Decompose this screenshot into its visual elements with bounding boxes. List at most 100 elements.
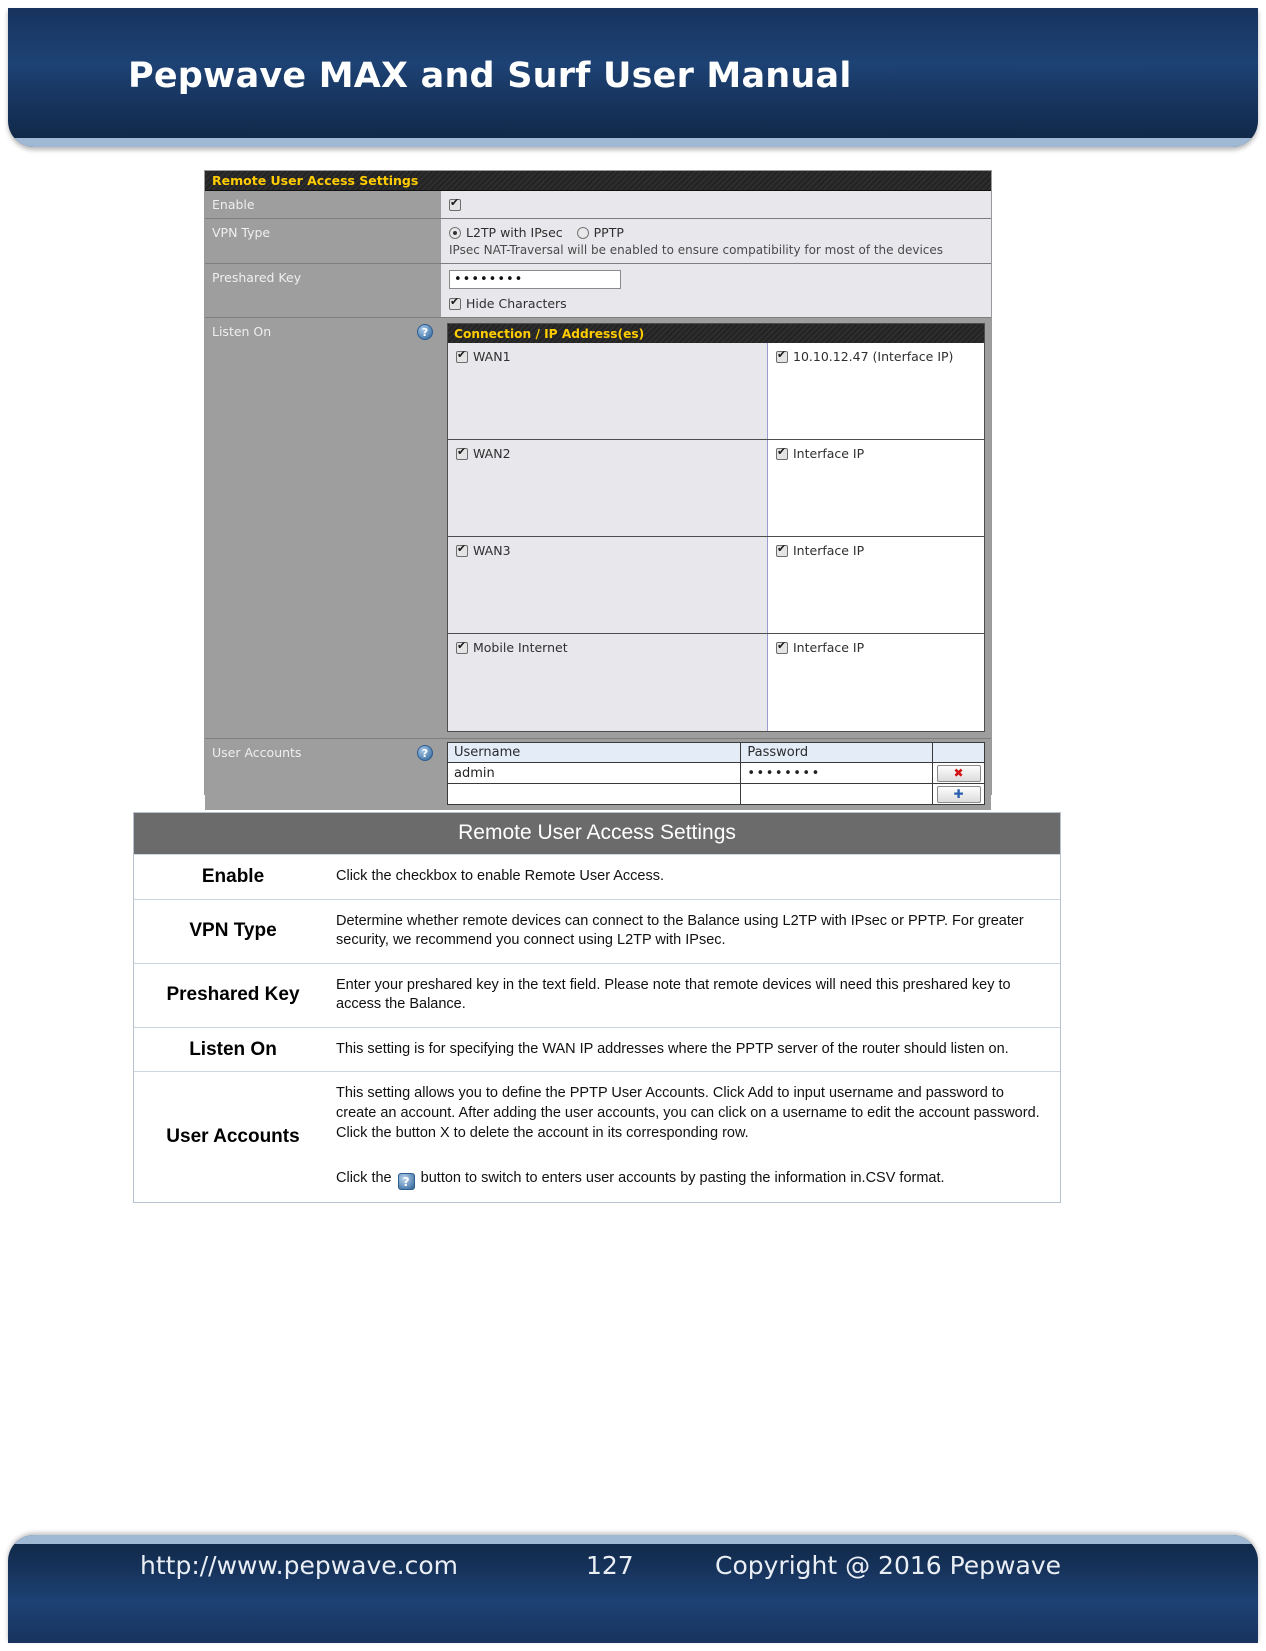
description-row-user-accounts: User Accounts This setting allows you to… <box>134 1071 1060 1202</box>
page-header-banner: Pepwave MAX and Surf User Manual <box>8 8 1258 147</box>
cell-password[interactable]: •••••••• <box>740 762 934 784</box>
radio-pptp[interactable] <box>576 227 589 239</box>
panel-title-bar: Remote User Access Settings <box>205 171 991 191</box>
manual-page: Pepwave MAX and Surf User Manual Remote … <box>0 0 1266 1651</box>
connection-name-cell: WAN2 <box>448 440 768 536</box>
connection-name-cell: WAN1 <box>448 343 768 439</box>
connection-ip-label: Interface IP <box>793 543 865 558</box>
connection-ip-cell: Interface IP <box>768 440 984 536</box>
connection-ip-table: Connection / IP Address(es) WAN1 10.10.1… <box>447 323 985 732</box>
description-text-second-paragraph: Click the ? button to switch to enters u… <box>336 1169 1046 1191</box>
column-header-actions <box>932 742 985 763</box>
setting-row-preshared-key: Preshared Key •••••••• Hide Characters <box>205 264 991 318</box>
listen-on-label-cell: Listen On ? <box>205 318 441 738</box>
panel-title: Remote User Access Settings <box>212 173 419 188</box>
setting-row-vpn-type: VPN Type L2TP with IPsec PPTP IPsec NAT-T… <box>205 219 991 264</box>
radio-l2tp-ipsec[interactable] <box>449 227 461 239</box>
table-row: admin •••••••• ✖ <box>446 762 985 784</box>
radio-l2tp-ipsec-label: L2TP with IPsec <box>466 225 563 240</box>
connection-row: WAN1 10.10.12.47 (Interface IP) <box>448 343 984 440</box>
connection-ip-checkbox[interactable] <box>776 349 788 363</box>
cell-action: ✚ <box>932 783 985 805</box>
connection-name-cell: Mobile Internet <box>448 634 768 731</box>
description-key: User Accounts <box>166 1126 300 1148</box>
add-account-button[interactable]: ✚ <box>936 785 981 803</box>
vpn-type-options: L2TP with IPsec PPTP <box>449 225 983 240</box>
column-header-password: Password <box>740 742 934 763</box>
connection-ip-checkbox[interactable] <box>776 640 788 654</box>
description-text-block: This setting allows you to define the PP… <box>332 1072 1060 1202</box>
user-accounts-table: Username Password admin •••••••• ✖ ✚ <box>446 742 985 805</box>
listen-on-value-cell: Connection / IP Address(es) WAN1 10.10.1… <box>441 318 991 738</box>
description-text: Enter your preshared key in the text fie… <box>336 976 1011 1013</box>
connection-checkbox[interactable] <box>456 446 468 460</box>
description-text: This setting allows you to define the PP… <box>336 1085 1040 1141</box>
connection-ip-checkbox[interactable] <box>776 446 788 460</box>
hide-characters-row: Hide Characters <box>449 296 983 311</box>
enable-checkbox[interactable] <box>449 197 461 211</box>
cell-username[interactable]: admin <box>446 762 742 784</box>
table-header-row: Username Password <box>446 742 985 763</box>
delete-account-button[interactable]: ✖ <box>936 764 981 782</box>
page-title: Pepwave MAX and Surf User Manual <box>128 56 852 96</box>
connection-ip-cell: Interface IP <box>768 537 984 633</box>
question-mark-icon[interactable]: ? <box>397 1173 415 1191</box>
user-accounts-label: User Accounts <box>212 745 302 760</box>
description-row-preshared-key: Preshared Key Enter your preshared key i… <box>134 962 1060 1027</box>
cell-password[interactable] <box>740 783 934 805</box>
description-table: Remote User Access Settings Enable Click… <box>133 812 1061 1204</box>
router-settings-screenshot: Remote User Access Settings Enable VPN T… <box>204 170 992 810</box>
hide-characters-checkbox[interactable] <box>449 296 461 310</box>
enable-label: Enable <box>205 191 441 218</box>
listen-on-label: Listen On <box>212 324 272 339</box>
connection-row: Mobile Internet Interface IP <box>448 634 984 731</box>
connection-name-cell: WAN3 <box>448 537 768 633</box>
cell-username[interactable] <box>446 783 742 805</box>
description-text-after-icon: button to switch to enters user accounts… <box>420 1170 945 1187</box>
connection-name: WAN3 <box>473 543 511 558</box>
connection-ip-label: 10.10.12.47 (Interface IP) <box>793 349 954 364</box>
preshared-key-input[interactable]: •••••••• <box>449 270 621 289</box>
description-key: Preshared Key <box>166 984 300 1006</box>
description-key: Listen On <box>189 1038 277 1060</box>
question-mark-icon[interactable]: ? <box>417 745 433 761</box>
connection-row: WAN3 Interface IP <box>448 537 984 634</box>
setting-row-listen-on: Listen On ? Connection / IP Address(es) … <box>205 318 991 739</box>
description-text: Determine whether remote devices can con… <box>336 912 1024 949</box>
footer-page-number: 127 <box>586 1550 634 1580</box>
preshared-key-label: Preshared Key <box>205 264 441 317</box>
description-row-enable: Enable Click the checkbox to enable Remo… <box>134 854 1060 899</box>
page-footer-banner: http://www.pepwave.com 127 Copyright @ 2… <box>8 1535 1258 1643</box>
vpn-type-label: VPN Type <box>205 219 441 263</box>
hide-characters-label: Hide Characters <box>466 296 567 311</box>
description-row-vpn-type: VPN Type Determine whether remote device… <box>134 898 1060 963</box>
connection-ip-label: Interface IP <box>793 640 865 655</box>
cell-action: ✖ <box>932 762 985 784</box>
connection-ip-checkbox[interactable] <box>776 543 788 557</box>
user-accounts-value-cell: Username Password admin •••••••• ✖ ✚ <box>441 739 991 810</box>
connection-checkbox[interactable] <box>456 640 468 654</box>
user-accounts-label-cell: User Accounts ? <box>205 739 441 810</box>
connection-name: Mobile Internet <box>473 640 568 655</box>
question-mark-icon[interactable]: ? <box>417 324 433 340</box>
connection-checkbox[interactable] <box>456 349 468 363</box>
description-key: VPN Type <box>189 920 277 942</box>
description-row-listen-on: Listen On This setting is for specifying… <box>134 1026 1060 1072</box>
enable-value-cell <box>441 191 991 218</box>
vpn-type-value-cell: L2TP with IPsec PPTP IPsec NAT-Traversal … <box>441 219 991 263</box>
connection-checkbox[interactable] <box>456 543 468 557</box>
connection-ip-cell: 10.10.12.47 (Interface IP) <box>768 343 984 439</box>
footer-website-url[interactable]: http://www.pepwave.com <box>140 1551 458 1580</box>
connection-row: WAN2 Interface IP <box>448 440 984 537</box>
footer-copyright: Copyright @ 2016 Pepwave <box>715 1550 1061 1580</box>
description-text: Click the checkbox to enable Remote User… <box>336 868 665 884</box>
setting-row-enable: Enable <box>205 191 991 219</box>
radio-pptp-label: PPTP <box>593 225 624 240</box>
connection-ip-label: Interface IP <box>793 446 865 461</box>
description-text-before-icon: Click the <box>336 1170 392 1187</box>
setting-row-user-accounts: User Accounts ? Username Password admin … <box>205 739 991 810</box>
connection-ip-table-header: Connection / IP Address(es) <box>448 324 984 343</box>
description-key: Enable <box>201 865 265 887</box>
connection-name: WAN1 <box>473 349 511 364</box>
table-row: ✚ <box>446 783 985 805</box>
